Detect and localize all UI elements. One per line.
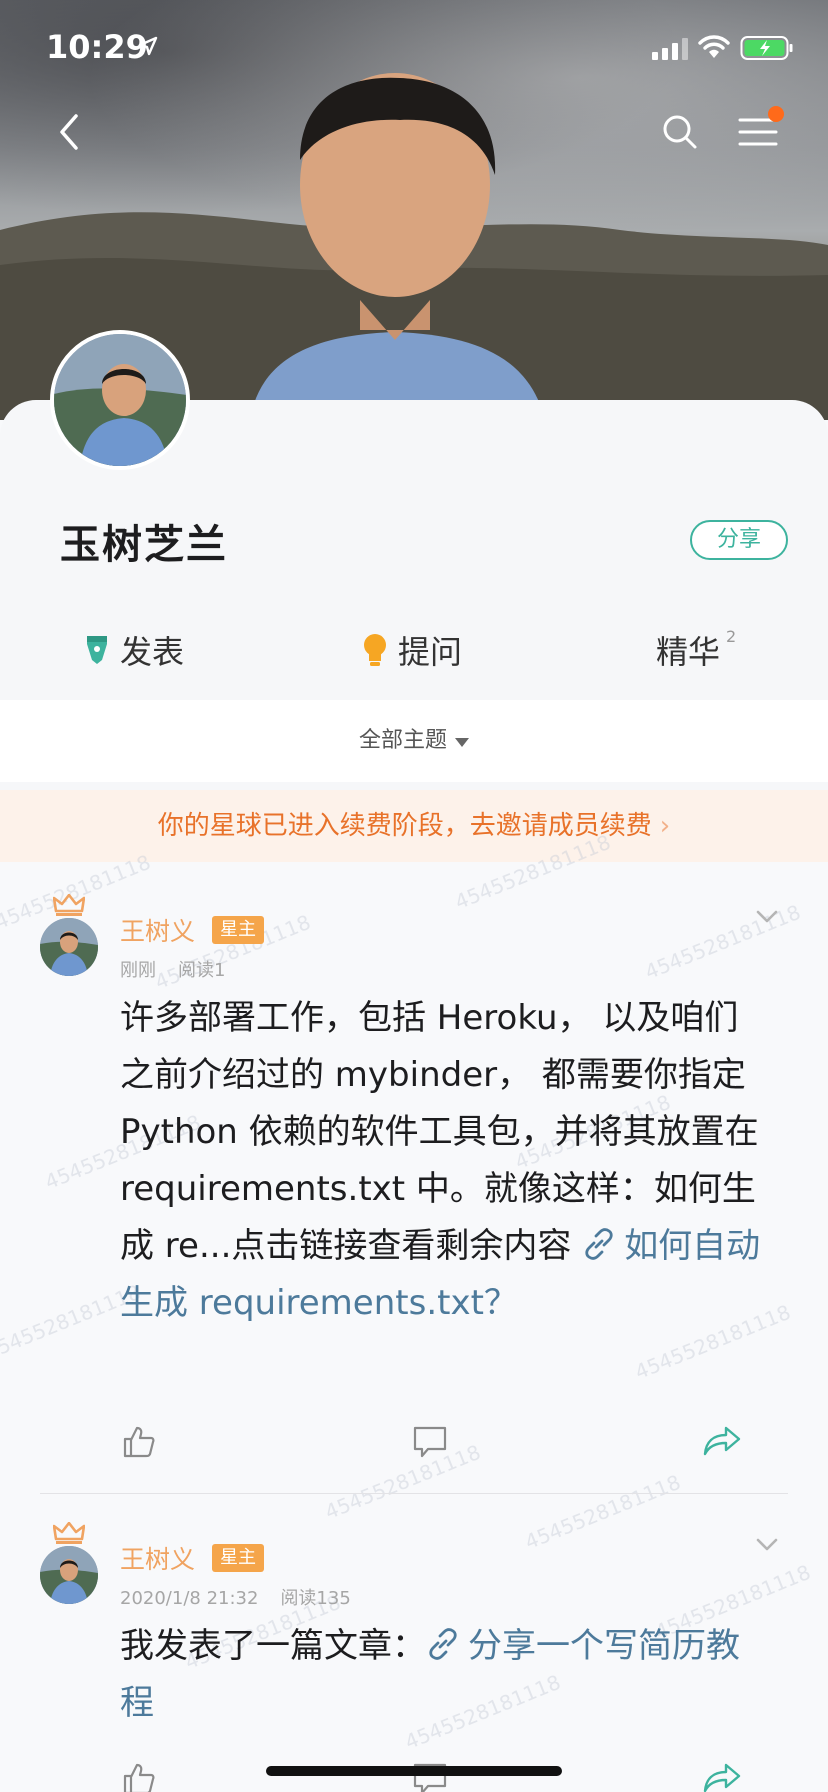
link-icon	[429, 1628, 457, 1660]
crown-icon	[53, 894, 85, 916]
like-icon[interactable]	[122, 1425, 156, 1459]
comment-icon[interactable]	[412, 1425, 448, 1459]
owner-badge: 星主	[212, 916, 264, 944]
crown-icon	[53, 1522, 85, 1544]
location-arrow-icon	[138, 36, 158, 56]
link-icon	[585, 1228, 613, 1260]
owner-badge: 星主	[212, 1544, 264, 1572]
battery-charging-icon	[740, 36, 793, 60]
group-name: 玉树芝兰	[60, 522, 228, 568]
search-icon[interactable]	[660, 112, 700, 152]
post-reads: 阅读135	[280, 1588, 351, 1609]
filter-label: 全部主题	[358, 728, 447, 753]
post-body[interactable]: 许多部署工作，包括 Heroku， 以及咱们之前介绍过的 mybinder， 都…	[120, 990, 770, 1332]
pen-icon	[87, 636, 107, 664]
tab-ask-label: 提问	[398, 633, 463, 671]
caret-down-icon	[455, 738, 469, 747]
post-body-text: 我发表了一篇文章：	[120, 1626, 426, 1666]
post-time: 2020/1/8 21:32	[120, 1588, 259, 1609]
group-avatar[interactable]	[50, 330, 190, 470]
featured-count: 2	[726, 626, 737, 646]
home-indicator[interactable]	[266, 1766, 562, 1776]
author-avatar[interactable]	[40, 1546, 98, 1604]
status-time: 10:29	[46, 28, 148, 66]
share-arrow-icon[interactable]	[702, 1762, 742, 1792]
tab-post[interactable]: 发表	[84, 620, 184, 680]
renew-banner-text: 你的星球已进入续费阶段，去邀请成员续费	[157, 811, 652, 841]
post-body[interactable]: 我发表了一篇文章： 分享一个写简历教程	[120, 1618, 770, 1732]
chevron-right-icon: ›	[659, 811, 671, 841]
topic-filter[interactable]: 全部主题	[0, 700, 828, 782]
post-reads: 阅读1	[178, 960, 226, 981]
app-screen: { "status_bar": {"time": "10:29"}, "grou…	[0, 0, 828, 1792]
chevron-down-icon[interactable]	[756, 1538, 778, 1552]
tab-featured[interactable]: 精华 2	[656, 620, 736, 680]
post-card[interactable]: 王树义 星主 2020/1/8 21:32 阅读135 我发表了一篇文章： 分享一个…	[0, 1518, 828, 1792]
author-name[interactable]: 王树义	[120, 1540, 195, 1576]
post-time: 刚刚	[120, 960, 156, 981]
post-divider	[40, 1493, 788, 1494]
tab-ask[interactable]: 提问	[362, 620, 462, 680]
post-card[interactable]: 王树义 星主 刚刚 阅读1 许多部署工作，包括 Heroku， 以及咱们之前介绍过…	[0, 890, 828, 1500]
chevron-down-icon[interactable]	[756, 910, 778, 924]
author-avatar[interactable]	[40, 918, 98, 976]
wifi-icon	[698, 35, 730, 58]
post-meta: 刚刚 阅读1	[120, 956, 247, 982]
share-button[interactable]: 分享	[690, 520, 788, 560]
author-name[interactable]: 王树义	[120, 912, 195, 948]
renew-banner[interactable]: 你的星球已进入续费阶段，去邀请成员续费 ›	[0, 790, 828, 862]
cellular-signal-icon	[652, 38, 688, 60]
tab-bar: 发表 提问 精华 2	[0, 620, 828, 680]
post-meta: 2020/1/8 21:32 阅读135	[120, 1584, 373, 1610]
like-icon[interactable]	[122, 1762, 156, 1792]
lightbulb-icon	[364, 634, 386, 666]
tab-featured-label: 精华	[656, 633, 721, 671]
back-icon[interactable]	[50, 110, 90, 154]
share-arrow-icon[interactable]	[702, 1425, 742, 1457]
tab-post-label: 发表	[120, 633, 185, 671]
notification-dot	[768, 106, 784, 122]
status-bar: 10:29	[0, 0, 828, 100]
